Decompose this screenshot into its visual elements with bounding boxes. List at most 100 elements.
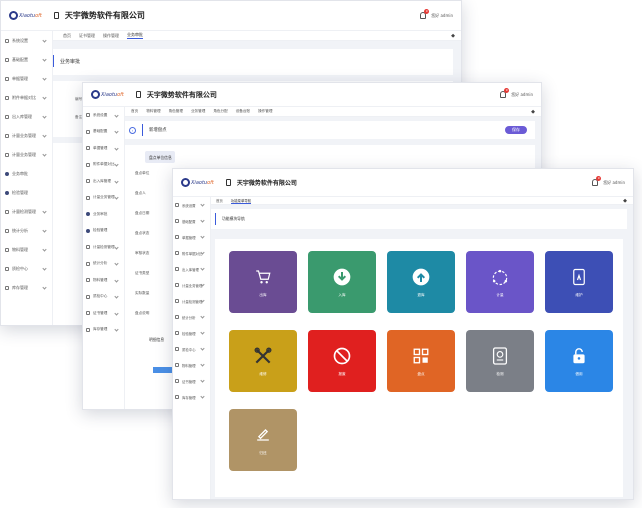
sidebar-item-label: 质检中心	[182, 347, 196, 352]
tab-certificates[interactable]: 证书管理	[79, 33, 95, 39]
lock-icon	[569, 346, 589, 366]
sidebar-item-label: 质检中心	[12, 265, 28, 271]
function-tile[interactable]: 退库	[387, 251, 455, 313]
chevron-down-icon	[114, 327, 119, 332]
sidebar-item[interactable]: 系统设置	[173, 197, 210, 213]
sidebar-item[interactable]: 系统设置	[83, 107, 124, 124]
menu-toggle-icon[interactable]	[135, 91, 141, 98]
function-tile[interactable]: 计量	[466, 251, 534, 313]
sidebar-item[interactable]: 库存管理	[1, 278, 52, 297]
sidebar-item[interactable]: 附件单据对比	[1, 88, 52, 107]
sidebar-item[interactable]: 基础配置	[1, 50, 52, 69]
sidebar-item[interactable]: 系统设置	[1, 31, 52, 50]
sidebar-item[interactable]: 计量业务管理	[173, 277, 210, 293]
menu-toggle-icon[interactable]	[53, 12, 59, 19]
sidebar-item[interactable]: 出入库管理	[1, 107, 52, 126]
function-tile[interactable]: 维护	[545, 251, 613, 313]
function-tile[interactable]: 维修	[229, 330, 297, 392]
sidebar-item[interactable]: 质检中心	[1, 259, 52, 278]
tab-home[interactable]: 首页	[63, 33, 71, 39]
sidebar-item[interactable]: 检验管理	[173, 325, 210, 341]
tab-item[interactable]: 设备台账	[236, 109, 250, 114]
save-button[interactable]: 保存	[505, 126, 527, 134]
menu-toggle-icon[interactable]	[225, 179, 231, 186]
sidebar-item[interactable]: 物料管理	[173, 357, 210, 373]
menu-item-icon	[5, 228, 9, 233]
tab-function-nav[interactable]: 功能菜单导航	[230, 198, 252, 204]
tab-item[interactable]: 首页	[131, 109, 138, 114]
sidebar-item[interactable]: 附件单据对比	[83, 157, 124, 174]
sidebar-item[interactable]: 基础配置	[173, 213, 210, 229]
tab-scroll-icon[interactable]: ◆	[451, 33, 455, 39]
sidebar-item[interactable]: 证书管理	[83, 305, 124, 322]
sidebar-item[interactable]: 计量业务管理	[83, 190, 124, 207]
user-greeting[interactable]: 您好 admin	[431, 13, 453, 19]
page-title: 功能模块导航	[222, 216, 245, 221]
bell-icon[interactable]: 9	[500, 88, 510, 98]
sidebar-item[interactable]: 物料管理	[1, 240, 52, 259]
menu-item-icon	[86, 212, 90, 217]
sidebar-item[interactable]: 基础配置	[83, 124, 124, 141]
chevron-down-icon	[200, 394, 205, 400]
bell-icon[interactable]: 9	[420, 9, 430, 19]
tab-item[interactable]: 角色分配	[213, 109, 227, 114]
sidebar-item[interactable]: 检验管理	[83, 223, 124, 240]
sidebar-item[interactable]: 单据管理	[1, 69, 52, 88]
sidebar-item[interactable]: 单据管理	[173, 229, 210, 245]
user-greeting[interactable]: 您好 admin	[511, 92, 533, 98]
sidebar-item[interactable]: 业务审批	[1, 164, 52, 183]
sidebar-item[interactable]: 单据管理	[83, 140, 124, 157]
sidebar-item[interactable]: 检验管理	[1, 183, 52, 202]
sidebar-item[interactable]: 统计分析	[173, 309, 210, 325]
tab-home[interactable]: 首页	[216, 198, 223, 203]
back-button[interactable]: ‹	[129, 126, 136, 134]
tab-approval[interactable]: 业务审批	[127, 32, 143, 39]
function-tile[interactable]: 出库	[229, 251, 297, 313]
tab-item[interactable]: 业务管理	[191, 109, 205, 114]
tab-operations[interactable]: 操作管理	[103, 33, 119, 39]
sidebar-item[interactable]: 计量检测管理	[83, 239, 124, 256]
sidebar-item-label: 基础配置	[12, 56, 28, 62]
sidebar-item[interactable]: 统计分析	[83, 256, 124, 273]
top-bar: Xiaotuoft 天宇微势软件有限公司 9 您好 admin	[83, 83, 541, 107]
sidebar-item[interactable]: 库存管理	[83, 322, 124, 339]
tab-item[interactable]: 物料管理	[146, 109, 160, 114]
sidebar-item[interactable]: 统计分析	[1, 221, 52, 240]
sidebar-item[interactable]: 计量业务管理	[1, 145, 52, 164]
menu-item-icon	[86, 146, 90, 151]
tile-label: 借用	[575, 371, 583, 376]
function-tile[interactable]: 检测	[466, 330, 534, 392]
sidebar-item[interactable]: 出入库管理	[83, 173, 124, 190]
logo-mark-icon	[9, 11, 18, 20]
tab-item[interactable]: 角色管理	[169, 109, 183, 114]
sidebar-item[interactable]: 物料管理	[83, 272, 124, 289]
tab-scroll-icon[interactable]: ◆	[623, 198, 627, 204]
function-tile[interactable]: 借用	[545, 330, 613, 392]
chevron-down-icon	[114, 195, 119, 200]
sidebar-item[interactable]: 质检中心	[173, 341, 210, 357]
tile-label: 退库	[417, 292, 425, 297]
function-tile[interactable]: 入库	[308, 251, 376, 313]
sidebar-item[interactable]: 计量检测管理	[1, 202, 52, 221]
chevron-down-icon	[114, 178, 119, 184]
sidebar-item[interactable]: 附件单据对比	[173, 245, 210, 261]
user-greeting[interactable]: 您好 admin	[603, 180, 625, 186]
bell-icon[interactable]: 9	[592, 176, 602, 186]
sidebar-item[interactable]: 证书管理	[173, 373, 210, 389]
chevron-down-icon	[42, 94, 47, 100]
sidebar-item[interactable]: 质检中心	[83, 289, 124, 306]
tile-label: 计量	[496, 292, 504, 297]
sidebar-item[interactable]: 库存管理	[173, 389, 210, 405]
sidebar-item[interactable]: 出入库管理	[173, 261, 210, 277]
tab-scroll-icon[interactable]: ◆	[531, 109, 535, 115]
sidebar-item[interactable]: 计量检测管理	[173, 293, 210, 309]
tab-item[interactable]: 操作管理	[258, 109, 272, 114]
chevron-down-icon	[114, 145, 119, 151]
chevron-down-icon	[42, 208, 47, 214]
tile-label: 维护	[575, 292, 583, 297]
function-tile[interactable]: 盘点	[387, 330, 455, 392]
sidebar-item[interactable]: 业务审批	[83, 206, 124, 223]
sidebar-item[interactable]: 计量业务管理	[1, 126, 52, 145]
function-tile[interactable]: 归还	[229, 409, 297, 471]
function-tile[interactable]: 报废	[308, 330, 376, 392]
